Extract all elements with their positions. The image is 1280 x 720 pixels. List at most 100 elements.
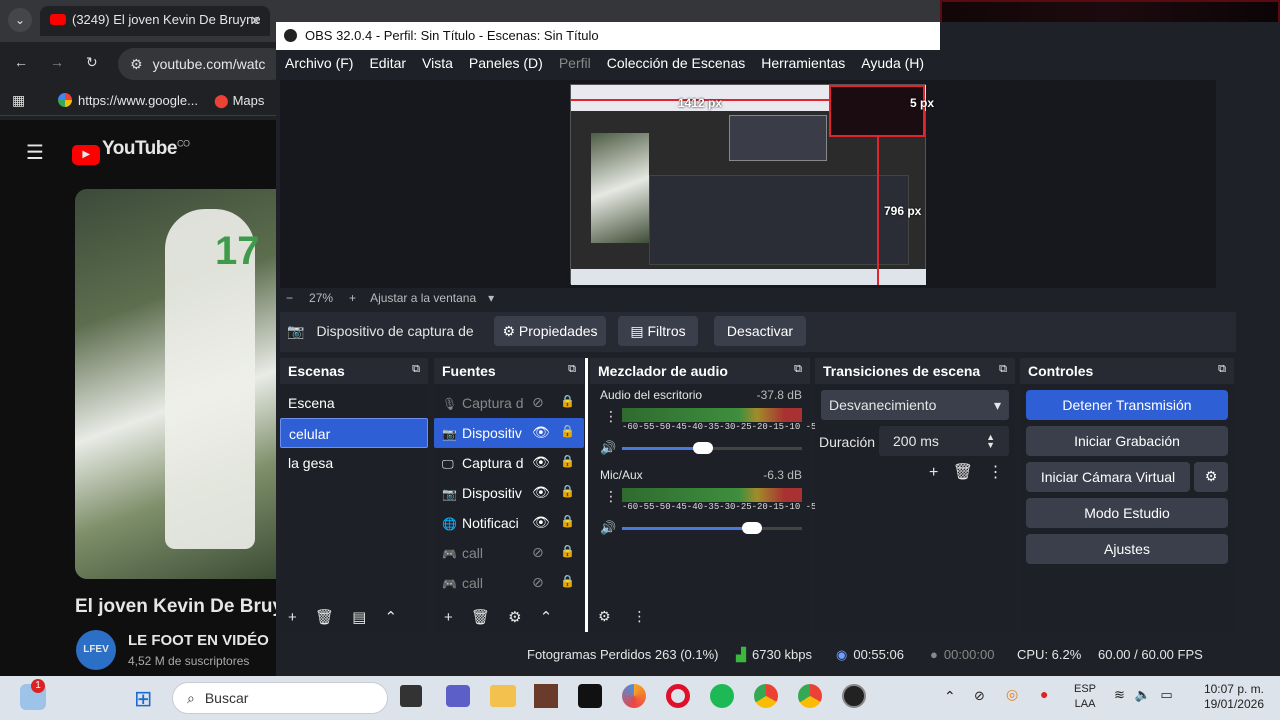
trash-icon[interactable]: 🗑	[953, 464, 973, 481]
menu-coleccion[interactable]: Colección de Escenas	[607, 55, 746, 71]
lock-icon[interactable]: 🔒	[560, 394, 575, 408]
add-icon[interactable]: +	[288, 609, 297, 626]
spotify-icon[interactable]	[710, 684, 734, 708]
channel-name[interactable]: LE FOOT EN VIDÉO	[128, 632, 269, 649]
pluto-tv-icon[interactable]	[578, 684, 602, 708]
video-player[interactable]: 17	[75, 189, 276, 579]
dock-splitter[interactable]	[585, 358, 588, 632]
source-item[interactable]: 📷 Dispositiv 👁 🔒	[434, 478, 584, 508]
clock[interactable]: 10:07 p. m. 19/01/2026	[1194, 682, 1264, 712]
eye-icon[interactable]: 👁	[532, 514, 550, 531]
eye-icon[interactable]: 👁	[532, 424, 550, 441]
obs-taskbar-icon[interactable]	[842, 684, 866, 708]
source-item[interactable]: 🎮 call ⊘ 🔒	[434, 568, 584, 598]
source-item[interactable]: 🎮 call ⊘ 🔒	[434, 538, 584, 568]
duration-spinbox[interactable]: 200 ms ▲ ▼	[879, 426, 1009, 456]
stop-stream-button[interactable]: Detener Transmisión	[1026, 390, 1228, 420]
more-options-icon[interactable]: ⋮	[604, 488, 618, 505]
youtube-logo[interactable]: ▶ YouTubeCO	[72, 138, 190, 165]
source-item[interactable]: 🎙 Captura d ⊘ 🔒	[434, 388, 584, 418]
hamburger-menu-icon[interactable]: ☰	[26, 140, 44, 165]
lock-icon[interactable]: 🔒	[560, 574, 575, 588]
speaker-icon[interactable]: 🔊	[600, 440, 616, 456]
menu-paneles[interactable]: Paneles (D)	[469, 55, 543, 71]
file-explorer-icon[interactable]	[490, 685, 516, 707]
reload-icon[interactable]: ↻	[86, 54, 98, 71]
eye-icon[interactable]: 👁	[532, 484, 550, 501]
undock-icon[interactable]: ⧉	[1218, 363, 1226, 376]
undock-icon[interactable]: ⧉	[999, 363, 1007, 376]
app-icon[interactable]	[622, 684, 646, 708]
microphone-icon[interactable]: ●	[1040, 686, 1048, 702]
chevron-up-icon[interactable]: ⌃	[944, 688, 956, 705]
app-tray-icon[interactable]: ◎	[1006, 686, 1018, 703]
volume-slider-handle[interactable]	[693, 442, 713, 454]
source-item[interactable]: 🖵 Captura d 👁 🔒	[434, 448, 584, 478]
chevron-down-icon[interactable]: ▾	[488, 291, 494, 305]
chrome-profile-icon[interactable]	[798, 684, 822, 708]
more-options-icon[interactable]: ⋮	[632, 608, 646, 624]
more-options-icon[interactable]: ⋮	[604, 408, 618, 425]
selected-source-box[interactable]	[829, 85, 925, 137]
close-tab-icon[interactable]: ✕	[250, 13, 261, 29]
channel-avatar[interactable]: LFEV	[76, 630, 116, 670]
hidden-app-icon[interactable]: ⊘	[974, 688, 985, 704]
forward-icon[interactable]: →	[50, 54, 64, 70]
deactivate-button[interactable]: Desactivar	[714, 316, 806, 346]
eye-icon[interactable]: 👁	[532, 454, 550, 471]
speaker-icon[interactable]: 🔊	[600, 520, 616, 536]
add-icon[interactable]: +	[444, 609, 453, 626]
eye-hidden-icon[interactable]: ⊘	[532, 394, 544, 411]
transition-select[interactable]: Desvanecimiento ▾	[821, 390, 1009, 420]
spin-arrows-icon[interactable]: ▲ ▼	[986, 433, 995, 450]
lock-icon[interactable]: 🔒	[560, 424, 575, 438]
source-item[interactable]: 🌐 Notificaci 👁 🔒	[434, 508, 584, 538]
address-bar[interactable]: ⚙ youtube.com/watc	[118, 48, 288, 80]
task-view-icon[interactable]	[400, 685, 422, 707]
properties-button[interactable]: ⚙ Propiedades	[494, 316, 606, 346]
bookmark-google[interactable]: https://www.google...	[58, 93, 198, 108]
volume-slider-handle[interactable]	[742, 522, 762, 534]
source-item[interactable]: 📷 Dispositiv 👁 🔒	[434, 418, 584, 448]
zoom-fit-select[interactable]: Ajustar a la ventana	[370, 291, 476, 305]
settings-button[interactable]: Ajustes	[1026, 534, 1228, 564]
scene-item-selected[interactable]: celular	[280, 418, 428, 448]
tab-youtube[interactable]: (3249) El joven Kevin De Bruyne	[40, 6, 270, 36]
undock-icon[interactable]: ⧉	[412, 363, 420, 376]
chevron-up-icon[interactable]: ⌃	[385, 609, 398, 626]
gear-icon[interactable]: ⚙	[508, 609, 521, 626]
apps-grid-icon[interactable]: ▦	[12, 92, 25, 109]
menu-ayuda[interactable]: Ayuda (H)	[861, 55, 924, 71]
chrome-icon[interactable]	[754, 684, 778, 708]
scene-item[interactable]: Escena	[280, 388, 428, 418]
opera-icon[interactable]	[666, 684, 690, 708]
language-indicator[interactable]: ESP LAA	[1074, 682, 1096, 712]
lock-icon[interactable]: 🔒	[560, 454, 575, 468]
bookmark-maps[interactable]: ⬤ Maps	[214, 93, 264, 109]
undock-icon[interactable]: ⧉	[794, 363, 802, 376]
trash-icon[interactable]: 🗑	[315, 609, 334, 626]
taskbar-search[interactable]: ⌕ Buscar	[172, 682, 388, 714]
zoom-out-button[interactable]: −	[286, 291, 293, 305]
preview-canvas[interactable]	[570, 84, 926, 285]
more-options-icon[interactable]: ⋮	[988, 464, 1004, 481]
menu-vista[interactable]: Vista	[422, 55, 453, 71]
lock-icon[interactable]: 🔒	[560, 484, 575, 498]
lock-icon[interactable]: 🔒	[560, 544, 575, 558]
menu-archivo[interactable]: Archivo (F)	[285, 55, 353, 71]
trash-icon[interactable]: 🗑	[471, 609, 490, 626]
studio-mode-button[interactable]: Modo Estudio	[1026, 498, 1228, 528]
windows-start-icon[interactable]: ⊞	[134, 686, 152, 712]
app-icon[interactable]	[534, 684, 558, 708]
tab-search-button[interactable]: ⌄	[8, 8, 32, 32]
chevron-up-icon[interactable]: ⌃	[540, 609, 553, 626]
menu-herramientas[interactable]: Herramientas	[761, 55, 845, 71]
back-icon[interactable]: ←	[14, 54, 28, 70]
virtual-camera-settings-button[interactable]: ⚙	[1194, 462, 1228, 492]
teams-icon[interactable]	[446, 685, 470, 707]
undock-icon[interactable]: ⧉	[568, 363, 576, 376]
zoom-in-button[interactable]: +	[349, 291, 356, 305]
gear-icon[interactable]: ⚙	[598, 608, 611, 624]
menu-perfil[interactable]: Perfil	[559, 55, 591, 71]
add-icon[interactable]: +	[929, 464, 938, 481]
